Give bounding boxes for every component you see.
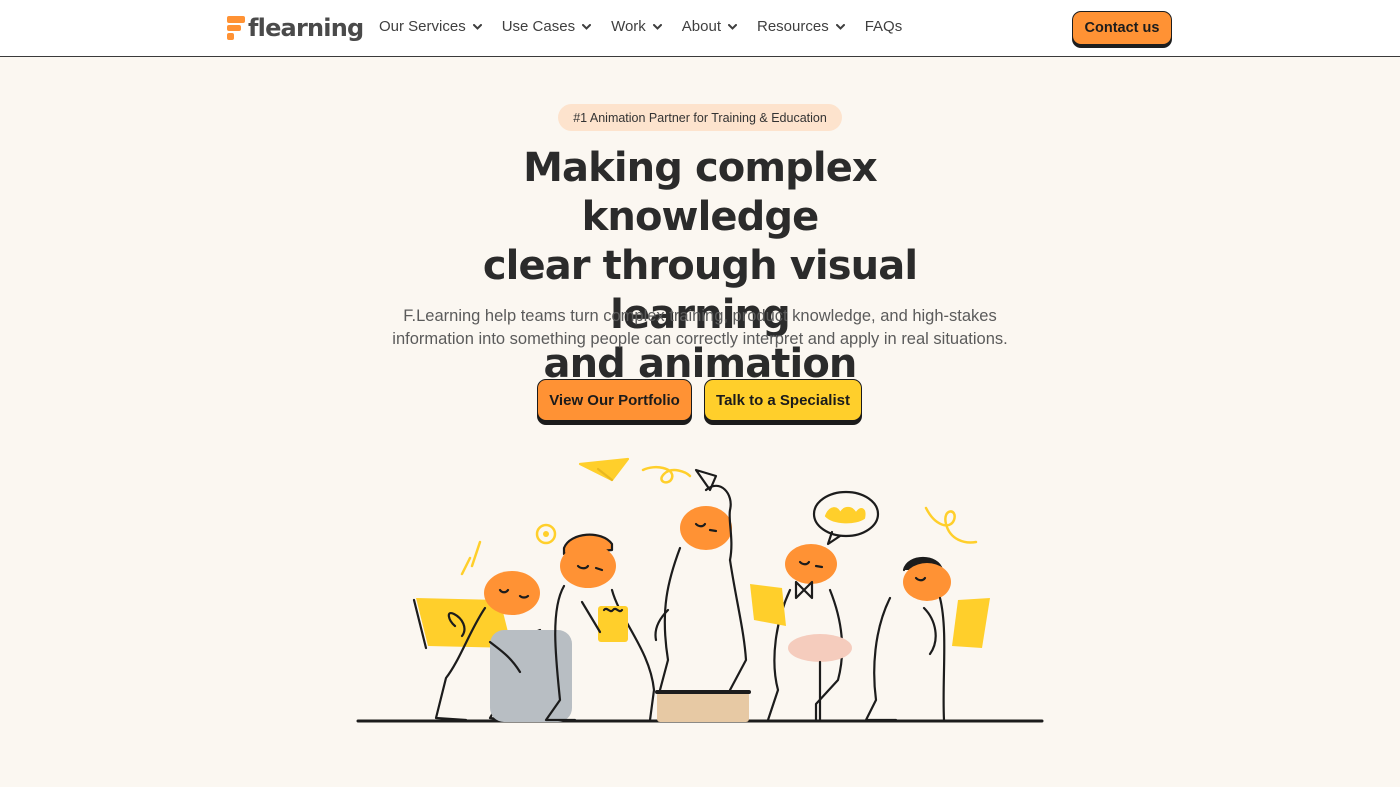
main-menu: Our Services Use Cases Work About Resour… bbox=[379, 18, 922, 35]
nav-item-label: About bbox=[681, 18, 721, 35]
nav-item-label: Resources bbox=[757, 18, 829, 35]
subtext-line: information into something people can co… bbox=[392, 330, 1008, 348]
nav-item-our-services[interactable]: Our Services bbox=[379, 18, 482, 35]
contact-us-button[interactable]: Contact us bbox=[1072, 11, 1172, 45]
people-learning-illustration bbox=[356, 457, 1044, 723]
headline-line: Making complex knowledge bbox=[523, 145, 878, 240]
chevron-down-icon bbox=[472, 23, 482, 30]
chevron-down-icon bbox=[835, 23, 845, 30]
nav-item-resources[interactable]: Resources bbox=[757, 18, 845, 35]
nav-item-about[interactable]: About bbox=[682, 18, 737, 35]
f-logo-icon bbox=[227, 16, 245, 40]
nav-item-faqs[interactable]: FAQs bbox=[865, 18, 903, 35]
nav-item-label: FAQs bbox=[864, 18, 903, 35]
brand-name: flearning bbox=[248, 14, 364, 42]
brand-logo[interactable]: flearning bbox=[227, 13, 364, 43]
hero-badge: #1 Animation Partner for Training & Educ… bbox=[558, 104, 842, 131]
view-portfolio-button[interactable]: View Our Portfolio bbox=[537, 379, 692, 421]
subtext-line: F.Learning help teams turn complex train… bbox=[403, 307, 997, 325]
hero-headline: Making complex knowledge clear through v… bbox=[400, 144, 1000, 389]
top-navigation: flearning Our Services Use Cases Work Ab… bbox=[0, 0, 1400, 57]
nav-item-use-cases[interactable]: Use Cases bbox=[501, 18, 592, 35]
nav-item-label: Our Services bbox=[379, 18, 466, 35]
chevron-down-icon bbox=[652, 23, 662, 30]
chevron-down-icon bbox=[728, 23, 737, 30]
nav-item-label: Work bbox=[611, 18, 646, 35]
chevron-down-icon bbox=[582, 23, 592, 30]
nav-item-label: Use Cases bbox=[501, 18, 576, 35]
hero-subtext: F.Learning help teams turn complex train… bbox=[360, 305, 1040, 351]
nav-item-work[interactable]: Work bbox=[611, 18, 662, 35]
talk-to-specialist-button[interactable]: Talk to a Specialist bbox=[704, 379, 862, 421]
